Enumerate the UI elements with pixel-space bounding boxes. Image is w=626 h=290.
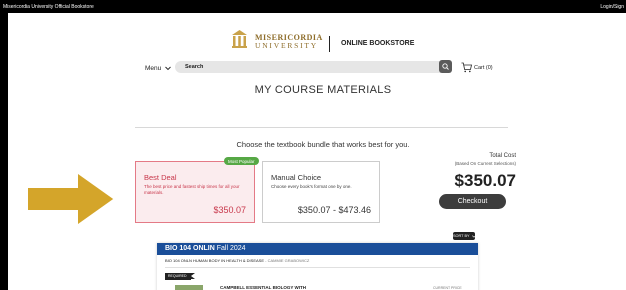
main-content: MISERICORDIA UNIVERSITY ONLINE BOOKSTORE… <box>8 13 626 290</box>
best-deal-option[interactable]: Most Popular Best Deal The best price an… <box>135 157 259 223</box>
bundle-subtitle: Choose the textbook bundle that works be… <box>236 140 410 149</box>
option-title: Best Deal <box>144 173 177 182</box>
course-header: BIO 104 ONLIN Fall 2024 <box>157 243 478 255</box>
top-bar: Misericordia University Official Booksto… <box>0 0 626 13</box>
total-cost-note: (Based On Current Selections) <box>454 161 516 166</box>
menu-button[interactable]: Menu <box>145 65 171 72</box>
most-popular-badge: Most Popular <box>224 157 259 165</box>
search-placeholder: Search <box>185 64 204 70</box>
page-title: MY COURSE MATERIALS <box>254 84 392 96</box>
book-title[interactable]: CAMPBELL ESSENTIAL BIOLOGY WITH <box>220 285 306 290</box>
option-price: $350.07 - $473.46 <box>297 205 371 215</box>
manual-choice-option[interactable]: Manual Choice Choose every book's format… <box>262 161 380 223</box>
cart-icon <box>461 62 472 73</box>
sort-by-label: SORT BY <box>453 234 470 238</box>
divider <box>165 267 470 268</box>
course-panel: BIO 104 ONLIN Fall 2024 BIO 104 ONLN HUM… <box>157 243 478 290</box>
divider <box>135 127 508 128</box>
course-name: BIO 104 ONLN HUMAN BODY IN HEALTH & DISE… <box>165 258 309 263</box>
logo-divider <box>329 36 330 52</box>
option-description: The best price and fastest ship times fo… <box>144 184 240 195</box>
menu-label: Menu <box>145 65 162 72</box>
search-button[interactable] <box>439 60 452 73</box>
checkout-button[interactable]: Checkout <box>439 194 506 209</box>
total-cost-label: Total Cost <box>489 153 516 159</box>
course-instructor: - CAMMIE GRABOWICZ <box>265 258 310 263</box>
login-link[interactable]: Login/Sign <box>600 4 624 10</box>
search-icon <box>442 63 449 70</box>
course-term: Fall 2024 <box>216 245 246 252</box>
course-title: BIO 104 ONLN HUMAN BODY IN HEALTH & DISE… <box>165 258 264 263</box>
current-price-label: CURRENT PRICE <box>433 286 462 290</box>
cart-button[interactable]: Cart (0) <box>461 61 521 75</box>
logo-wordmark-line2: UNIVERSITY <box>255 41 318 50</box>
course-code: BIO 104 ONLIN <box>165 245 215 252</box>
total-cost-amount: $350.07 <box>454 171 516 190</box>
option-title: Manual Choice <box>271 173 322 182</box>
store-name-link[interactable]: Misericordia University Official Booksto… <box>3 4 94 10</box>
book-cover-image[interactable] <box>175 285 203 290</box>
option-description: Choose every book's format one by one. <box>271 184 352 189</box>
option-price: $350.07 <box>213 205 246 215</box>
chevron-down-icon <box>165 66 171 70</box>
cart-label: Cart (0) <box>474 65 493 71</box>
university-logo[interactable]: MISERICORDIA UNIVERSITY <box>231 29 322 51</box>
sort-by-button[interactable]: SORT BY <box>453 232 476 240</box>
search-input[interactable]: Search <box>175 61 445 73</box>
store-title: ONLINE BOOKSTORE <box>341 40 415 47</box>
building-logo-icon <box>232 30 247 48</box>
chevron-down-icon <box>471 234 476 238</box>
required-badge: REQUIRED <box>165 273 195 280</box>
arrow-right-icon <box>26 170 117 228</box>
page: Misericordia University Official Booksto… <box>0 0 626 290</box>
